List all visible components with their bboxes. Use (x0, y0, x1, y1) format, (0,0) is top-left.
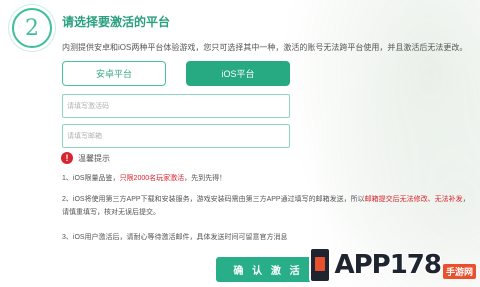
step-number-badge: 2 (12, 8, 52, 48)
site-watermark: APP178 手游网 (309, 245, 476, 285)
notice-2-highlight: 邮箱提交后无法修改、无法补发 (364, 196, 463, 203)
tab-ios-platform[interactable]: iOS平台 (186, 61, 290, 86)
page-title: 请选择要激活的平台 (62, 15, 171, 29)
notice-1-suffix: ，先到先得！ (184, 175, 227, 182)
notice-item-2: 2、iOS将使用第三方APP下载和安装服务，游戏安装码需由第三方APP通过填写的… (62, 193, 472, 219)
notice-1-highlight: 只限2000名玩家激活 (119, 175, 185, 182)
tab-android-platform[interactable]: 安卓平台 (62, 61, 166, 86)
notice-item-3: 3、iOS用户激活后，请耐心等待激活邮件，具体发送时间可留意官方消息 (62, 234, 288, 241)
watermark-sub: 手游网 (442, 264, 476, 279)
confirm-activate-button[interactable]: 确 认 激 活 (216, 257, 320, 282)
notice-2-prefix: 2、iOS将使用第三方APP下载和安装服务，游戏安装码需由第三方APP通过填写的… (62, 196, 365, 203)
warning-icon: ! (61, 152, 73, 164)
platform-description: 内测提供安卓和iOS两种平台体验游戏，您只可选择其中一种，激活的账号无法跨平台使… (62, 43, 468, 52)
email-input[interactable] (62, 124, 290, 148)
activation-code-input[interactable] (62, 94, 290, 118)
watermark-brand: APP178 (334, 250, 442, 280)
warning-title: 温馨提示 (78, 154, 110, 163)
phone-logo-icon (309, 247, 332, 283)
notice-1-prefix: 1、iOS限量品鉴， (62, 175, 120, 182)
notice-item-1: 1、iOS限量品鉴，只限2000名玩家激活，先到先得！ (62, 172, 226, 185)
